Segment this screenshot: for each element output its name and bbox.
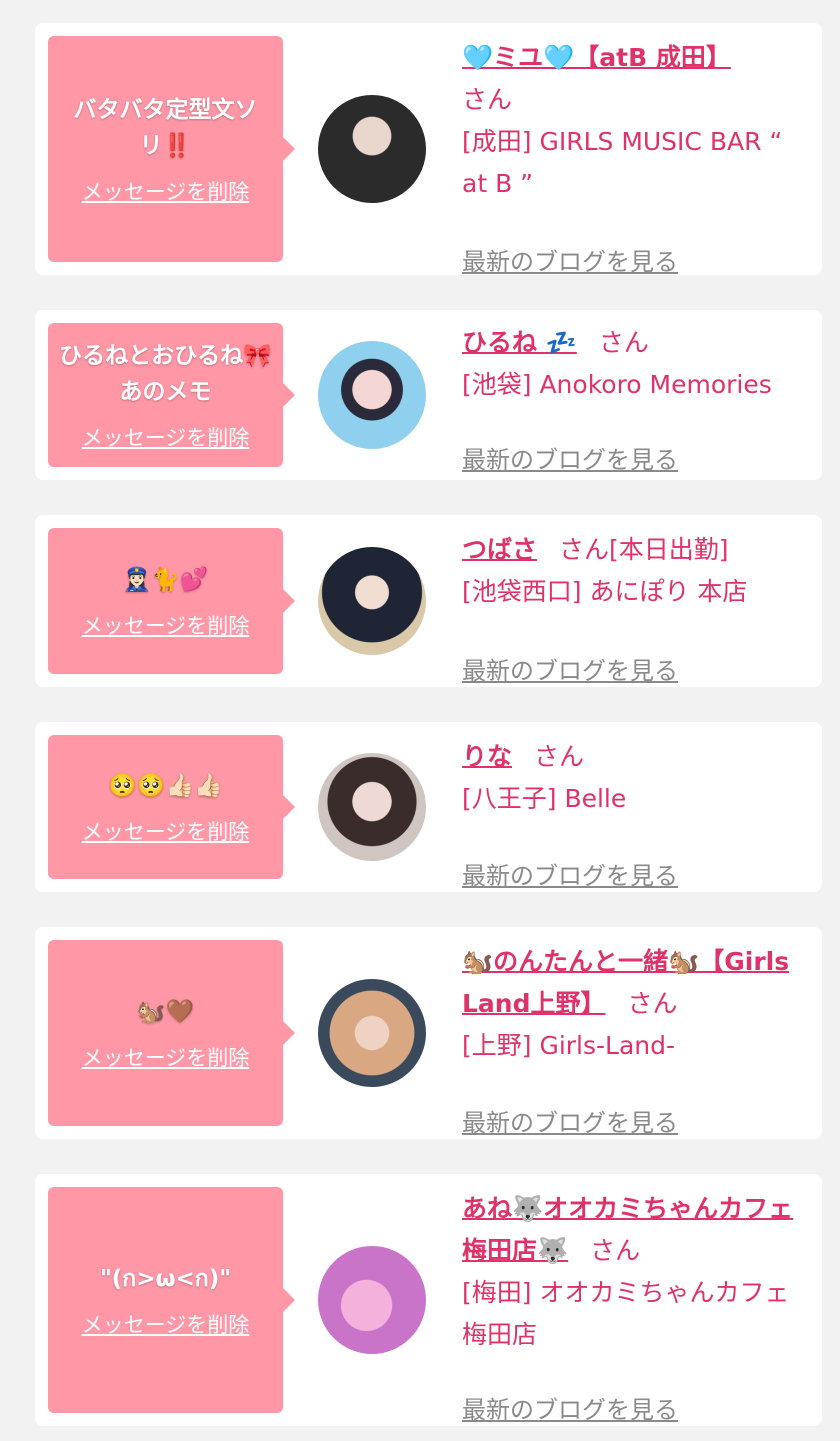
san-suffix: さん [590, 1236, 641, 1265]
delete-message-link[interactable]: メッセージを削除 [82, 1042, 250, 1072]
girl-name-link[interactable]: つばさ [462, 535, 537, 564]
message-text: "(ก>ω<ก)" [99, 1266, 232, 1292]
latest-blog-link[interactable]: 最新のブログを見る [462, 651, 678, 686]
delete-message-link[interactable]: メッセージを削除 [82, 816, 250, 846]
message-text: ひるねとおひるね🎀あのメモ [59, 343, 272, 405]
message-text: 👮🏻‍♀️🐈💕 [122, 567, 209, 593]
san-suffix: さん [598, 328, 649, 357]
girl-name-link[interactable]: 🩵ミユ🩵【atB 成田】 [462, 43, 731, 72]
message-card: ひるねとおひるね🎀あのメモ メッセージを削除 ひるね 💤 さん [池袋] Anok… [35, 310, 822, 480]
shop-name: [上野] Girls-Land- [462, 1031, 676, 1060]
girl-name-link[interactable]: 🐿️のんたんと一緒🐿️【Girls Land上野】 [462, 947, 789, 1018]
delete-message-link[interactable]: メッセージを削除 [82, 610, 250, 640]
message-bubble: 👮🏻‍♀️🐈💕 メッセージを削除 [48, 528, 295, 674]
delete-message-link[interactable]: メッセージを削除 [82, 422, 250, 452]
avatar[interactable] [318, 979, 426, 1087]
avatar[interactable] [318, 341, 426, 449]
latest-blog-link[interactable]: 最新のブログを見る [462, 856, 678, 891]
status-tag: [本日出勤] [609, 535, 729, 564]
latest-blog-link[interactable]: 最新のブログを見る [462, 242, 678, 277]
message-bubble: ひるねとおひるね🎀あのメモ メッセージを削除 [48, 323, 295, 467]
san-suffix: さん [627, 989, 678, 1018]
avatar[interactable] [318, 1246, 426, 1354]
shop-name: [梅田] オオカミちゃんカフェ梅田店 [462, 1278, 790, 1349]
girl-name-link[interactable]: ひるね 💤 [462, 328, 577, 357]
shop-name: [八王子] Belle [462, 784, 627, 813]
latest-blog-link[interactable]: 最新のブログを見る [462, 1103, 678, 1138]
avatar[interactable] [318, 95, 426, 203]
avatar[interactable] [318, 547, 426, 655]
message-text: 🥺🥺👍🏻👍🏻 [108, 773, 223, 799]
latest-blog-link[interactable]: 最新のブログを見る [462, 1390, 678, 1425]
message-text: 🐿️🤎 [136, 999, 195, 1025]
message-card: 🐿️🤎 メッセージを削除 🐿️のんたんと一緒🐿️【Girls Land上野】 さん… [35, 927, 822, 1139]
shop-name: [池袋西口] あにぽり 本店 [462, 577, 748, 606]
shop-name: [池袋] Anokoro Memories [462, 370, 772, 399]
san-suffix: さん [559, 535, 610, 564]
girl-name-link[interactable]: りな [462, 742, 512, 771]
message-bubble: "(ก>ω<ก)" メッセージを削除 [48, 1187, 295, 1413]
san-suffix: さん [462, 85, 513, 114]
message-bubble: 🥺🥺👍🏻👍🏻 メッセージを削除 [48, 735, 295, 879]
message-text: バタバタ定型文ソリ‼️ [73, 97, 258, 159]
avatar[interactable] [318, 753, 426, 861]
san-suffix: さん [534, 742, 585, 771]
message-bubble: バタバタ定型文ソリ‼️ メッセージを削除 [48, 36, 295, 262]
message-card: バタバタ定型文ソリ‼️ メッセージを削除 🩵ミユ🩵【atB 成田】 さん [成田… [35, 23, 822, 277]
latest-blog-link[interactable]: 最新のブログを見る [462, 440, 678, 475]
message-card: 🥺🥺👍🏻👍🏻 メッセージを削除 りな さん [八王子] Belle 最新のブログを… [35, 722, 822, 892]
shop-name: [成田] GIRLS MUSIC BAR “ at B ” [462, 127, 783, 198]
message-card: "(ก>ω<ก)" メッセージを削除 あね🐺オオカミちゃんカフェ梅田店🐺 さん [… [35, 1174, 822, 1426]
delete-message-link[interactable]: メッセージを削除 [82, 1309, 250, 1339]
delete-message-link[interactable]: メッセージを削除 [82, 176, 250, 206]
message-bubble: 🐿️🤎 メッセージを削除 [48, 940, 295, 1126]
message-card: 👮🏻‍♀️🐈💕 メッセージを削除 つばさ さん[本日出勤] [池袋西口] あにぽり… [35, 515, 822, 687]
